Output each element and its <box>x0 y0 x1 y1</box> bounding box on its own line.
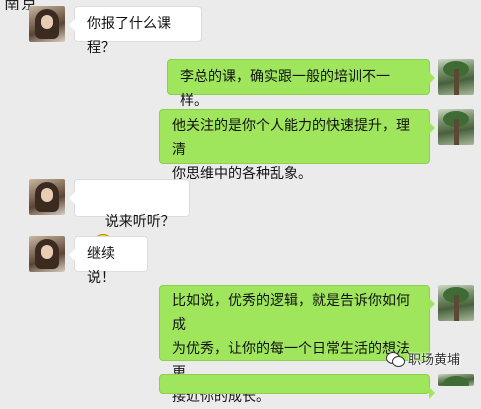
watermark: 职场黄埔 <box>386 349 460 368</box>
message-bubble: 他关注的是你个人能力的快速提升，理清 你思维中的各种乱象。 <box>159 109 435 182</box>
message-bubble-partial <box>159 374 435 399</box>
wechat-icon <box>386 351 405 367</box>
message-text: 说来听听？ <box>104 214 175 230</box>
chat-header: 南京 <box>0 0 481 10</box>
user-avatar[interactable] <box>438 109 474 145</box>
contact-avatar[interactable] <box>29 236 65 272</box>
message-bubble: 说来听听？ <box>69 179 190 254</box>
contact-avatar[interactable] <box>29 179 65 215</box>
message-bubble: 你报了什么课程？ <box>69 6 202 56</box>
contact-avatar[interactable] <box>29 6 65 42</box>
message-bubble: 李总的课，确实跟一般的培训不一样。 <box>167 59 435 109</box>
user-avatar[interactable] <box>438 285 474 321</box>
user-avatar[interactable] <box>438 59 474 95</box>
watermark-text: 职场黄埔 <box>408 353 461 368</box>
user-avatar[interactable] <box>438 374 474 386</box>
message-bubble: 继续说！ <box>69 236 148 286</box>
